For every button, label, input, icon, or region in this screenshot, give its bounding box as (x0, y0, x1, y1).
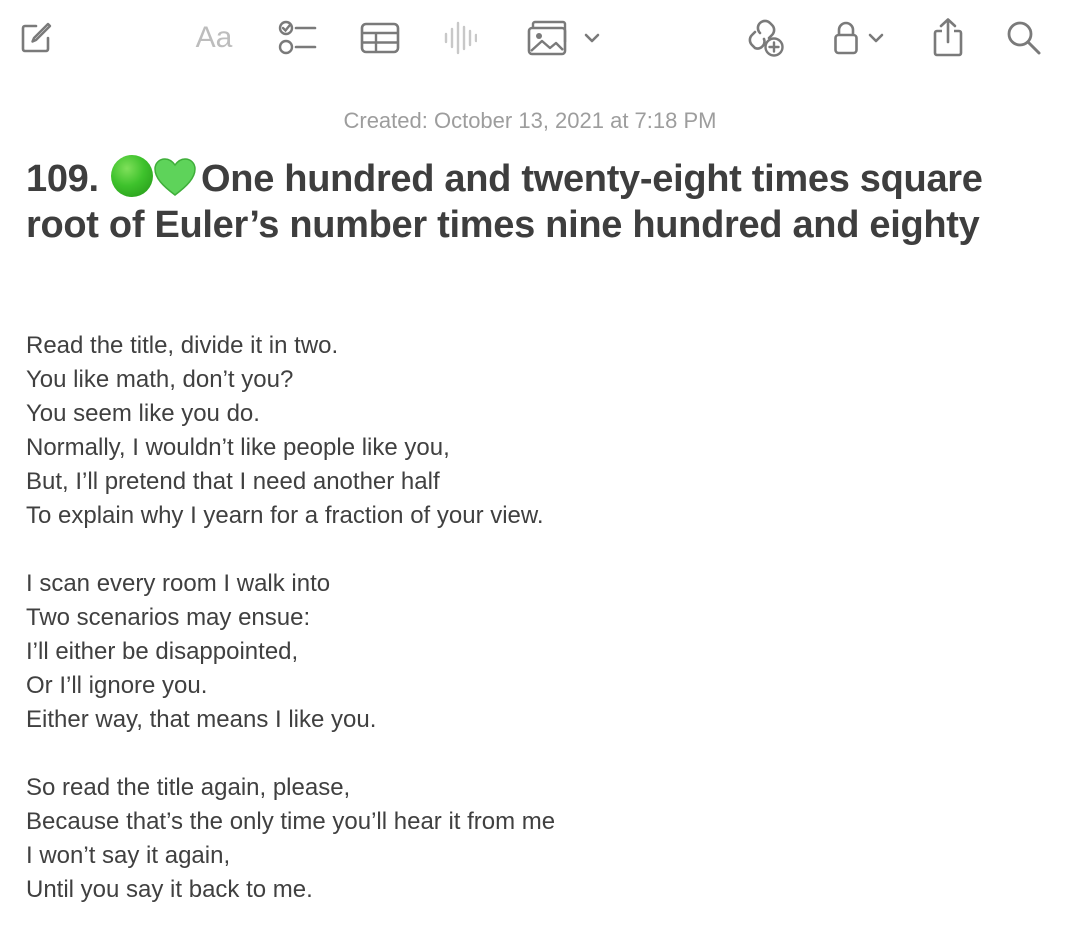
body-line: Until you say it back to me. (26, 876, 313, 903)
checklist-button[interactable] (276, 18, 318, 58)
body-line: I scan every room I walk into (26, 570, 331, 597)
compose-icon (21, 22, 52, 53)
photo-icon (527, 20, 567, 56)
green-heart-icon (154, 158, 196, 196)
chevron-down-icon (584, 33, 600, 43)
share-icon (933, 18, 963, 57)
body-line: Either way, that means I like you. (26, 706, 377, 733)
body-line: But, I’ll pretend that I need another ha… (26, 468, 440, 495)
stanza: So read the title again, please, Because… (26, 771, 1026, 907)
body-line: So read the title again, please, (26, 774, 351, 801)
body-line: Read the title, divide it in two. (26, 332, 339, 359)
body-line: To explain why I yearn for a fraction of… (26, 502, 544, 529)
body-line: I’ll either be disappointed, (26, 638, 299, 665)
collaborate-button[interactable] (742, 17, 786, 59)
format-button[interactable]: Aa (190, 18, 238, 58)
body-line: Normally, I wouldn’t like people like yo… (26, 434, 450, 461)
search-icon (1007, 21, 1041, 55)
toolbar: Aa (0, 0, 1072, 78)
compose-button[interactable] (18, 20, 54, 56)
lock-icon (834, 21, 858, 55)
lock-button[interactable] (828, 18, 890, 58)
stanza: Read the title, divide it in two. You li… (26, 329, 1026, 533)
created-date: Created: October 13, 2021 at 7:18 PM (343, 108, 717, 133)
title-number: 109. (26, 158, 99, 200)
table-button[interactable] (359, 19, 401, 57)
share-button[interactable] (930, 16, 966, 58)
body-line: Or I’ll ignore you. (26, 672, 208, 699)
note-body[interactable]: Read the title, divide it in two. You li… (26, 329, 1026, 907)
collaborate-icon (748, 19, 784, 57)
waveform-icon (444, 21, 477, 55)
body-line: Two scenarios may ensue: (26, 604, 311, 631)
body-line: Because that’s the only time you’ll hear… (26, 808, 556, 835)
note-title[interactable]: 109. One hundred and twenty-eight times … (26, 155, 1026, 248)
chevron-down-icon (868, 33, 884, 43)
table-icon (360, 22, 400, 54)
body-line: You seem like you do. (26, 400, 260, 427)
media-button[interactable] (524, 19, 604, 57)
audio-button (442, 19, 478, 57)
body-line: You like math, don’t you? (26, 366, 294, 393)
body-line: I won’t say it again, (26, 842, 231, 869)
search-button[interactable] (1004, 19, 1044, 57)
format-text-icon: Aa (195, 21, 233, 54)
stanza: I scan every room I walk into Two scenar… (26, 567, 1026, 737)
green-circle-icon (111, 155, 154, 197)
checklist-icon (278, 20, 317, 55)
